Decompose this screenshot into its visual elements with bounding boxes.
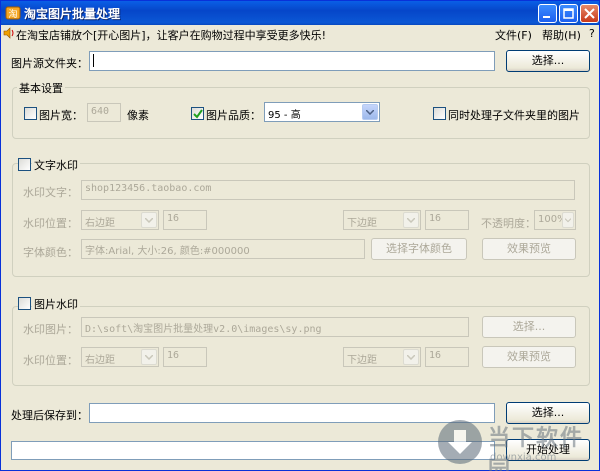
h-offset-input[interactable]: 16 (163, 210, 207, 230)
watermark-cn-text: 当下软件园 (488, 426, 585, 471)
image-watermark-position-label: 水印位置： (23, 354, 78, 367)
width-label: 图片宽： (39, 109, 83, 122)
quality-value: 95 - 高 (268, 110, 301, 121)
close-icon (584, 8, 595, 19)
output-folder-input[interactable] (89, 403, 495, 423)
opacity-select[interactable]: 100% (534, 210, 576, 230)
svg-text:淘: 淘 (8, 8, 17, 20)
menu-question[interactable]: ? (589, 27, 595, 40)
app-window: 淘 淘宝图片批量处理 在淘宝店铺放个[开心图片]，让客户在购物过程中享受更多快乐… (0, 0, 600, 471)
window-title: 淘宝图片批量处理 (24, 7, 121, 21)
text-preview-button[interactable]: 效果预览 (482, 238, 576, 260)
watermark-image-select-button[interactable]: 选择... (482, 316, 576, 338)
chevron-down-icon (141, 212, 157, 228)
menu-file[interactable]: 文件(F) (495, 27, 532, 43)
watermark-image-input[interactable]: D:\soft\淘宝图片批量处理v2.0\images\sy.png (81, 317, 469, 337)
menu-bar: 在淘宝店铺放个[开心图片]，让客户在购物过程中享受更多快乐! 文件(F) 帮助(… (1, 25, 599, 43)
chevron-down-icon (403, 349, 419, 365)
watermark-image-label: 水印图片： (23, 323, 78, 336)
image-v-position-select[interactable]: 下边距 (343, 347, 421, 367)
progress-bar (11, 441, 495, 460)
minimize-icon (543, 16, 550, 18)
image-h-position-select[interactable]: 右边距 (81, 347, 159, 367)
font-description-field: 字体:Arial, 大小:26, 颜色:#000000 (81, 239, 365, 259)
subfolder-label: 同时处理子文件夹里的图片 (448, 109, 580, 122)
text-watermark-checkbox[interactable] (18, 158, 31, 171)
checkmark-icon (193, 109, 203, 119)
image-preview-button[interactable]: 效果预览 (482, 346, 576, 368)
source-select-button[interactable]: 选择... (506, 50, 590, 72)
download-arrow-icon (438, 420, 482, 464)
text-watermark-title: 文字水印 (32, 157, 80, 173)
marquee-text: 在淘宝店铺放个[开心图片]，让客户在购物过程中享受更多快乐! (16, 29, 326, 42)
quality-select[interactable]: 95 - 高 (264, 102, 380, 122)
maximize-icon (563, 8, 574, 19)
image-h-offset-input[interactable]: 16 (163, 347, 207, 367)
app-icon: 淘 (5, 6, 21, 20)
font-color-label: 字体颜色： (23, 246, 78, 259)
watermark-position-label: 水印位置： (23, 217, 78, 230)
v-position-select[interactable]: 下边距 (343, 210, 421, 230)
source-folder-input[interactable] (89, 51, 495, 71)
source-folder-label: 图片源文件夹： (11, 57, 88, 70)
chevron-down-icon (403, 212, 419, 228)
image-v-offset-input[interactable]: 16 (425, 347, 469, 367)
watermark-text-label: 水印文字： (23, 186, 78, 199)
chevron-down-icon (562, 212, 574, 228)
h-position-select[interactable]: 右边距 (81, 210, 159, 230)
speaker-icon (3, 27, 14, 39)
width-input[interactable]: 640 (87, 103, 121, 122)
menu-help[interactable]: 帮助(H) (542, 27, 581, 43)
close-button[interactable] (580, 4, 599, 23)
maximize-button[interactable] (559, 4, 578, 23)
output-folder-label: 处理后保存到： (11, 409, 88, 422)
site-watermark-logo: 当下软件园 downxia.com (438, 418, 598, 471)
subfolder-checkbox[interactable] (433, 107, 446, 120)
v-offset-input[interactable]: 16 (425, 210, 469, 230)
basic-settings-title: 基本设置 (17, 80, 65, 96)
chevron-down-icon (141, 349, 157, 365)
width-checkbox[interactable] (24, 107, 37, 120)
quality-checkbox[interactable] (191, 107, 204, 120)
minimize-button[interactable] (538, 4, 557, 23)
image-watermark-checkbox[interactable] (18, 297, 31, 310)
watermark-en-text: downxia.com (490, 452, 557, 463)
opacity-label: 不透明度： (481, 217, 536, 230)
image-watermark-title: 图片水印 (32, 296, 80, 312)
chevron-down-icon (362, 104, 378, 120)
quality-label: 图片品质： (206, 109, 261, 122)
title-bar[interactable]: 淘 淘宝图片批量处理 (1, 1, 599, 25)
watermark-text-input[interactable]: shop123456.taobao.com (81, 180, 575, 200)
width-unit-label: 像素 (127, 109, 149, 122)
select-font-color-button[interactable]: 选择字体颜色 (371, 238, 467, 260)
text-caret (93, 54, 94, 67)
